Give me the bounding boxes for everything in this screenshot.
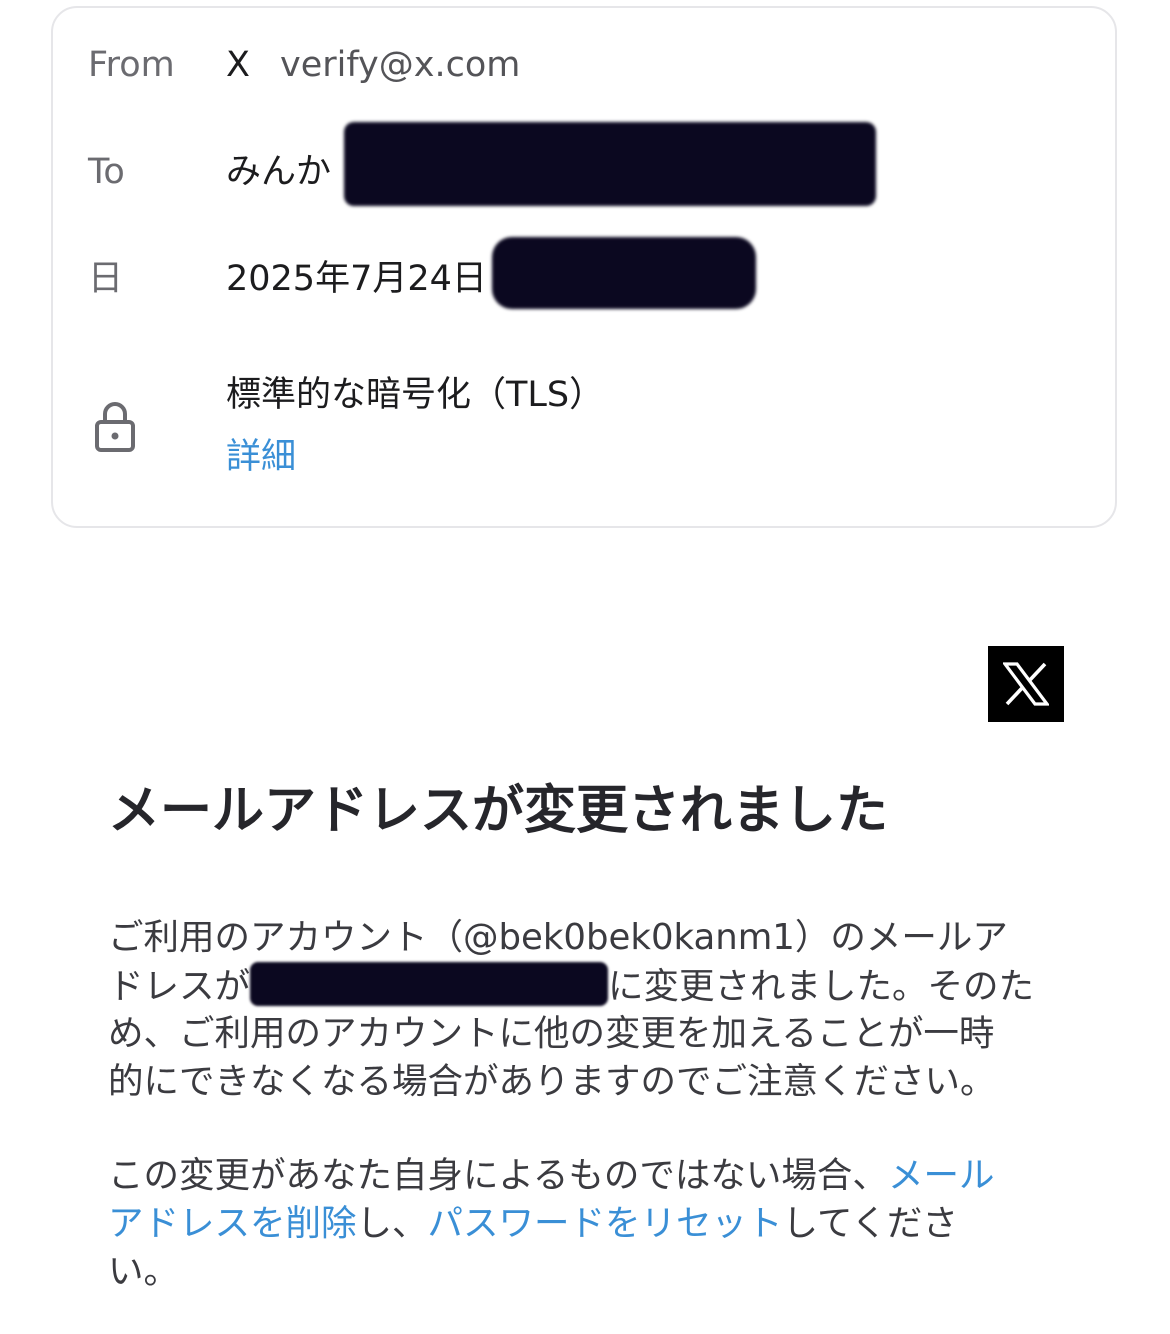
from-label: From xyxy=(88,45,175,85)
details-link[interactable]: 詳細 xyxy=(226,440,296,475)
paragraph-2-line: い。 xyxy=(108,1251,180,1292)
paragraph-2-text: してくださ xyxy=(782,1203,958,1244)
paragraph-2-line: アドレスを削除し、パスワードをリセットしてくださ xyxy=(108,1200,1068,1248)
paragraph-1-line: ご利用のアカウント（@bek0bek0kanm1）のメールア xyxy=(108,917,1008,958)
redaction-recipient xyxy=(344,122,876,206)
recipient-name[interactable]: みんか xyxy=(226,155,331,190)
redaction-date xyxy=(492,237,756,309)
email-headline: メールアドレスが変更されました xyxy=(108,781,889,841)
email-body-paragraph-1: ご利用のアカウント（@bek0bek0kanm1）のメールア ドレスが に変更され… xyxy=(108,914,1068,1106)
reset-password-link[interactable]: パスワードをリセット xyxy=(428,1203,783,1244)
paragraph-1-line: ドレスが に変更されました。そのた xyxy=(108,962,1068,1010)
to-label: To xyxy=(88,152,125,192)
paragraph-2-text: この変更があなた自身によるものではない場合、 xyxy=(108,1155,888,1196)
paragraph-1-line: め、ご利用のアカウントに他の変更を加えることが一時 xyxy=(108,1013,995,1054)
sender-name: X xyxy=(226,45,250,85)
lock-icon xyxy=(95,402,135,452)
sender-email: verify@x.com xyxy=(279,45,521,85)
paragraph-1-text: ドレスが xyxy=(108,966,251,1007)
redaction-new-email xyxy=(250,962,609,1006)
paragraph-1-text: に変更されました。そのた xyxy=(608,966,1035,1007)
x-logo-icon xyxy=(988,646,1064,722)
date-label: 日 xyxy=(88,259,124,299)
delete-email-link[interactable]: メール xyxy=(888,1155,995,1196)
sender[interactable]: Xverify@x.com xyxy=(226,48,520,83)
paragraph-2-text: し、 xyxy=(356,1203,428,1244)
delete-email-link[interactable]: アドレスを削除 xyxy=(108,1203,357,1244)
date-value: 2025年7月24日 xyxy=(226,259,487,299)
encryption-status: 標準的な暗号化（TLS） xyxy=(226,375,605,415)
email-body-paragraph-2: この変更があなた自身によるものではない場合、メール アドレスを削除し、パスワード… xyxy=(108,1152,1068,1296)
paragraph-2-line: この変更があなた自身によるものではない場合、メール xyxy=(108,1152,1068,1200)
paragraph-1-line: 的にできなくなる場合がありますのでご注意ください。 xyxy=(108,1061,996,1102)
